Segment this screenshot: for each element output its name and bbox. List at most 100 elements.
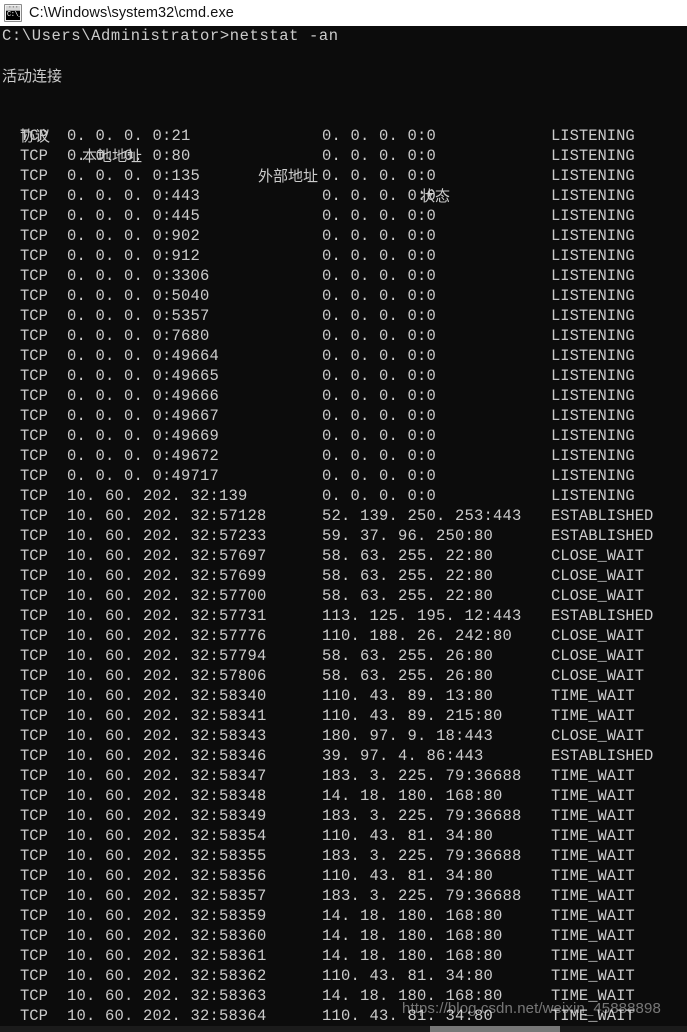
cell-proto: TCP	[20, 847, 48, 865]
cell-local-address: 0. 0. 0. 0:5040	[67, 287, 210, 305]
table-row: TCP 0. 0. 0. 0:49665 0. 0. 0. 0:0 LISTENING	[0, 366, 687, 386]
console-icon-buttons: ▪▪▪	[8, 6, 19, 10]
cell-proto: TCP	[20, 227, 48, 245]
horizontal-scrollbar[interactable]	[0, 1026, 687, 1032]
cell-state: LISTENING	[551, 447, 635, 465]
cell-foreign-address: 14. 18. 180. 168:80	[322, 927, 503, 945]
table-row: TCP 0. 0. 0. 0:7680 0. 0. 0. 0:0 LISTENING	[0, 326, 687, 346]
table-row: TCP 10. 60. 202. 32:58347 183. 3. 225. 79:…	[0, 766, 687, 786]
cell-local-address: 0. 0. 0. 0:912	[67, 247, 201, 265]
cell-local-address: 10. 60. 202. 32:58359	[67, 907, 267, 925]
cell-proto: TCP	[20, 567, 48, 585]
cell-foreign-address: 110. 43. 89. 215:80	[322, 707, 503, 725]
table-row: TCP 10. 60. 202. 32:58359 14. 18. 180. 168…	[0, 906, 687, 926]
cell-local-address: 10. 60. 202. 32:58347	[67, 767, 267, 785]
cell-proto: TCP	[20, 347, 48, 365]
cell-local-address: 10. 60. 202. 32:57233	[67, 527, 267, 545]
cell-foreign-address: 0. 0. 0. 0:0	[322, 327, 437, 345]
cell-foreign-address: 0. 0. 0. 0:0	[322, 407, 437, 425]
table-row: TCP 0. 0. 0. 0:5357 0. 0. 0. 0:0 LISTENING	[0, 306, 687, 326]
table-row: TCP 10. 60. 202. 32:58362 110. 43. 81. 34:…	[0, 966, 687, 986]
cell-local-address: 10. 60. 202. 32:58355	[67, 847, 267, 865]
cell-state: TIME_WAIT	[551, 807, 635, 825]
table-row: TCP 10. 60. 202. 32:58341 110. 43. 89. 215…	[0, 706, 687, 726]
cell-state: TIME_WAIT	[551, 867, 635, 885]
window-titlebar[interactable]: ▪▪▪ C:\_ C:\Windows\system32\cmd.exe	[0, 0, 687, 26]
console-output[interactable]: C:\Users\Administrator>netstat -an 活动连接 …	[0, 26, 687, 1026]
table-row: TCP 0. 0. 0. 0:49664 0. 0. 0. 0:0 LISTENING	[0, 346, 687, 366]
cell-proto: TCP	[20, 587, 48, 605]
cell-state: LISTENING	[551, 147, 635, 165]
cell-foreign-address: 0. 0. 0. 0:0	[322, 147, 437, 165]
cell-state: ESTABLISHED	[551, 747, 654, 765]
cell-local-address: 10. 60. 202. 32:58361	[67, 947, 267, 965]
cell-foreign-address: 113. 125. 195. 12:443	[322, 607, 522, 625]
cell-proto: TCP	[20, 647, 48, 665]
cell-local-address: 10. 60. 202. 32:58363	[67, 987, 267, 1005]
cell-local-address: 10. 60. 202. 32:58354	[67, 827, 267, 845]
table-row: TCP 10. 60. 202. 32:58354 110. 43. 81. 34:…	[0, 826, 687, 846]
table-row: TCP 0. 0. 0. 0:49669 0. 0. 0. 0:0 LISTENING	[0, 426, 687, 446]
cell-local-address: 10. 60. 202. 32:57806	[67, 667, 267, 685]
table-row: TCP 10. 60. 202. 32:58355 183. 3. 225. 79:…	[0, 846, 687, 866]
console-icon-screen: C:\_	[6, 11, 20, 20]
section-title: 活动连接	[2, 67, 63, 85]
cell-proto: TCP	[20, 447, 48, 465]
cell-foreign-address: 14. 18. 180. 168:80	[322, 987, 503, 1005]
horizontal-scrollbar-thumb[interactable]	[430, 1026, 560, 1032]
cell-state: TIME_WAIT	[551, 967, 635, 985]
cell-proto: TCP	[20, 527, 48, 545]
cell-state: TIME_WAIT	[551, 947, 635, 965]
cell-local-address: 0. 0. 0. 0:443	[67, 187, 201, 205]
cell-foreign-address: 110. 43. 81. 34:80	[322, 967, 494, 985]
cell-state: TIME_WAIT	[551, 687, 635, 705]
cell-foreign-address: 110. 43. 81. 34:80	[322, 1007, 494, 1025]
cell-state: LISTENING	[551, 487, 635, 505]
cell-foreign-address: 58. 63. 255. 22:80	[322, 587, 494, 605]
cell-state: LISTENING	[551, 347, 635, 365]
cell-proto: TCP	[20, 187, 48, 205]
cell-proto: TCP	[20, 727, 48, 745]
cell-foreign-address: 0. 0. 0. 0:0	[322, 287, 437, 305]
cell-state: ESTABLISHED	[551, 607, 654, 625]
cell-foreign-address: 0. 0. 0. 0:0	[322, 347, 437, 365]
cell-foreign-address: 14. 18. 180. 168:80	[322, 947, 503, 965]
cell-foreign-address: 0. 0. 0. 0:0	[322, 487, 437, 505]
cell-foreign-address: 183. 3. 225. 79:36688	[322, 887, 522, 905]
table-row: TCP 10. 60. 202. 32:57700 58. 63. 255. 22:…	[0, 586, 687, 606]
cell-state: ESTABLISHED	[551, 507, 654, 525]
cell-local-address: 0. 0. 0. 0:135	[67, 167, 201, 185]
cell-proto: TCP	[20, 327, 48, 345]
table-row: TCP 10. 60. 202. 32:57697 58. 63. 255. 22:…	[0, 546, 687, 566]
cell-state: TIME_WAIT	[551, 707, 635, 725]
table-row: TCP 0. 0. 0. 0:21 0. 0. 0. 0:0 LISTENING	[0, 126, 687, 146]
table-row: TCP 0. 0. 0. 0:443 0. 0. 0. 0:0 LISTENING	[0, 186, 687, 206]
cell-state: TIME_WAIT	[551, 767, 635, 785]
cell-proto: TCP	[20, 707, 48, 725]
cell-foreign-address: 180. 97. 9. 18:443	[322, 727, 494, 745]
cell-local-address: 10. 60. 202. 32:58346	[67, 747, 267, 765]
cell-proto: TCP	[20, 547, 48, 565]
spacer-line-1	[0, 46, 687, 66]
cell-proto: TCP	[20, 487, 48, 505]
cell-foreign-address: 183. 3. 225. 79:36688	[322, 807, 522, 825]
cell-foreign-address: 183. 3. 225. 79:36688	[322, 847, 522, 865]
cell-proto: TCP	[20, 127, 48, 145]
cell-foreign-address: 0. 0. 0. 0:0	[322, 267, 437, 285]
table-row: TCP 0. 0. 0. 0:80 0. 0. 0. 0:0 LISTENING	[0, 146, 687, 166]
cell-foreign-address: 58. 63. 255. 22:80	[322, 567, 494, 585]
cell-local-address: 10. 60. 202. 32:57794	[67, 647, 267, 665]
cell-foreign-address: 0. 0. 0. 0:0	[322, 207, 437, 225]
table-row: TCP 10. 60. 202. 32:58348 14. 18. 180. 168…	[0, 786, 687, 806]
cell-state: LISTENING	[551, 267, 635, 285]
table-row: TCP 10. 60. 202. 32:58361 14. 18. 180. 168…	[0, 946, 687, 966]
table-row: TCP 0. 0. 0. 0:49717 0. 0. 0. 0:0 LISTENING	[0, 466, 687, 486]
cell-foreign-address: 52. 139. 250. 253:443	[322, 507, 522, 525]
cell-proto: TCP	[20, 927, 48, 945]
cell-state: TIME_WAIT	[551, 987, 635, 1005]
cell-proto: TCP	[20, 307, 48, 325]
cell-state: LISTENING	[551, 407, 635, 425]
cell-state: LISTENING	[551, 207, 635, 225]
table-row: TCP 10. 60. 202. 32:58356 110. 43. 81. 34:…	[0, 866, 687, 886]
cell-local-address: 0. 0. 0. 0:902	[67, 227, 201, 245]
